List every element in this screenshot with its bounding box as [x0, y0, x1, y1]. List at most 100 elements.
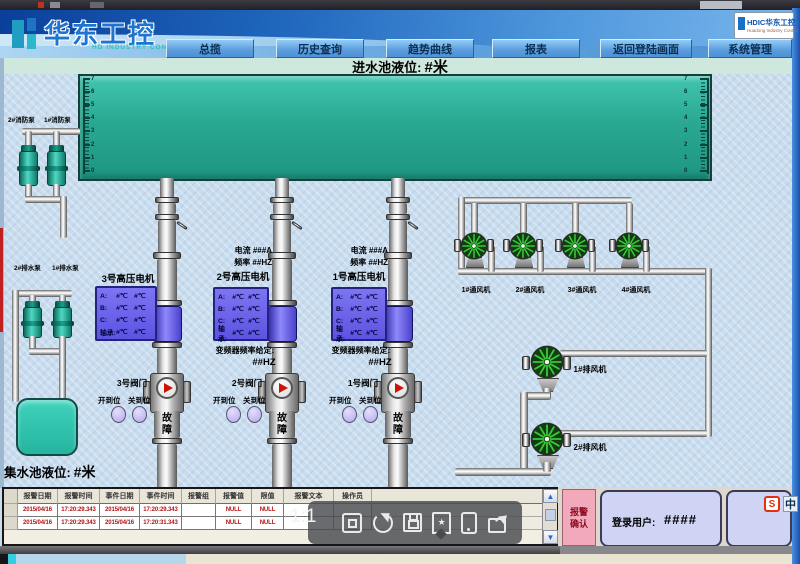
- drain-pump1-label: 1#排水泵: [52, 265, 79, 272]
- pipe-segment: [572, 203, 579, 233]
- hdic-badge: HDIC华东工控 Huadong Industry Control: [734, 12, 798, 39]
- vent-fan-3-label: 3#通风机: [567, 287, 597, 294]
- zoom-level-indicator[interactable]: 1:1: [290, 506, 316, 528]
- alarm-cell[interactable]: NULL: [252, 517, 284, 530]
- valve1-close-indicator: [363, 406, 378, 423]
- pipe-segment: [626, 203, 633, 233]
- vent-fan-2-label: 2#通风机: [515, 287, 545, 294]
- nav-button-login-screen[interactable]: 返回登陆画面: [600, 39, 692, 58]
- motor1-vfd-value: ##HZ: [368, 357, 392, 368]
- column-header[interactable]: 报警日期: [18, 489, 58, 504]
- scale-label: 0: [91, 168, 95, 174]
- fault-label: 故障: [162, 412, 172, 436]
- alarm-cell[interactable]: 17:20:29.343: [58, 517, 100, 530]
- share-icon[interactable]: [487, 511, 510, 533]
- login-user-panel: 登录用户: ####: [600, 490, 722, 547]
- temp-row: C: #℃ #℃: [100, 316, 146, 325]
- scale-ticks: [701, 79, 705, 174]
- pipe-segment: [520, 203, 527, 233]
- column-header[interactable]: 报警组: [182, 489, 216, 504]
- fit-to-screen-icon[interactable]: [342, 512, 363, 533]
- bookmark-star-icon[interactable]: ★: [432, 511, 452, 540]
- motor-body: [383, 306, 413, 342]
- pipe-segment: [275, 178, 289, 198]
- alarm-cell[interactable]: 2015/04/16: [18, 504, 58, 517]
- alarm-confirm-button[interactable]: 报警确认: [562, 489, 596, 546]
- fault-pipe: 故障: [385, 411, 411, 438]
- logo-block-icon: [27, 34, 36, 49]
- motor1-vfd-label: 变频器频率给定:: [331, 346, 391, 355]
- pipe-segment: [60, 196, 67, 238]
- scale-label: 5: [91, 102, 95, 108]
- alarm-cell[interactable]: 2015/04/16: [100, 517, 140, 530]
- nav-button-system[interactable]: 系统管理: [708, 39, 792, 58]
- column-header[interactable]: 事件时间: [140, 489, 182, 504]
- vent-fan-2-icon: [509, 232, 537, 260]
- pipe-segment: [273, 220, 291, 253]
- column-header[interactable]: 限值: [252, 489, 284, 504]
- window-bottom-border: [0, 546, 560, 554]
- pipe-segment: [157, 348, 177, 375]
- scroll-down-button[interactable]: ▼: [543, 530, 558, 544]
- motor2-vfd-label: 变频器频率给定:: [215, 346, 275, 355]
- window-frame-right: [792, 8, 800, 564]
- alarm-cell[interactable]: 17:20:29.343: [58, 504, 100, 517]
- vent-fan-3-icon: [561, 232, 589, 260]
- vent-fan-1-icon: [460, 232, 488, 260]
- temp-row: 轴承: #℃ #℃: [336, 326, 378, 343]
- temp-row: B: #℃ #℃: [218, 305, 260, 314]
- alarm-cell[interactable]: [182, 504, 216, 517]
- temp-row: B: #℃ #℃: [100, 304, 146, 313]
- scale-label: 6: [684, 89, 688, 95]
- gauge-needle-icon: [395, 383, 404, 393]
- desktop-strip-dark: [0, 554, 8, 564]
- pump-ring: [45, 166, 68, 171]
- titlebar-icon: [90, 2, 104, 8]
- nav-button-overview[interactable]: 总揽: [166, 39, 254, 58]
- window-bottom-border: [560, 546, 792, 554]
- alarm-cell[interactable]: 17:20:29.343: [140, 504, 182, 517]
- titlebar-icon: [50, 2, 60, 8]
- column-header[interactable]: 报警时间: [58, 489, 100, 504]
- scada-screen: 华东工控 HD INDUSTRY CONTROL.COM 2014 HDIC华东…: [0, 0, 800, 564]
- valve1-open-label: 开到位: [329, 396, 352, 405]
- scale-ticks: [85, 79, 89, 174]
- pipe-segment: [157, 444, 177, 488]
- nav-button-history[interactable]: 历史查询: [276, 39, 364, 58]
- temp-row: A: #℃ #℃: [218, 293, 260, 302]
- save-icon[interactable]: [402, 513, 422, 532]
- alarm-cell[interactable]: NULL: [252, 504, 284, 517]
- valve2-open-indicator: [226, 406, 241, 423]
- ime-language-icon[interactable]: 中: [783, 496, 798, 512]
- alarm-cell[interactable]: 2015/04/16: [18, 517, 58, 530]
- valve2-label: 2号阀门: [231, 378, 263, 388]
- alarm-scrollbar[interactable]: ▲ ▼: [542, 489, 558, 544]
- alarm-cell[interactable]: [182, 517, 216, 530]
- pipe-segment: [389, 220, 407, 253]
- motor2-title: 2号高压电机: [216, 272, 270, 283]
- scroll-thumb[interactable]: [545, 509, 556, 521]
- logo-block-icon: [27, 18, 36, 31]
- alarm-cell[interactable]: 17:20:31.343: [140, 517, 182, 530]
- nav-button-report[interactable]: 报表: [492, 39, 580, 58]
- valve-flange: [298, 381, 306, 403]
- valve2-close-label: 关到位: [243, 396, 266, 405]
- ime-sogou-icon[interactable]: S: [764, 496, 780, 512]
- scroll-up-button[interactable]: ▲: [543, 489, 558, 503]
- valve3-close-label: 关到位: [128, 396, 151, 405]
- column-header[interactable]: 事件日期: [100, 489, 140, 504]
- motor-body: [267, 306, 297, 342]
- pipe-segment: [273, 203, 291, 214]
- column-header[interactable]: 报警值: [216, 489, 252, 504]
- alarm-cell[interactable]: NULL: [216, 504, 252, 517]
- rotate-icon[interactable]: [372, 508, 394, 533]
- motor2-current: 电流 ###A: [234, 246, 272, 255]
- alarm-cell[interactable]: NULL: [216, 517, 252, 530]
- pump-ring: [21, 321, 44, 326]
- motor1-current: 电流 ###A: [350, 246, 388, 255]
- alarm-cell[interactable]: 2015/04/16: [100, 504, 140, 517]
- pipe-segment: [160, 178, 174, 198]
- desktop-strip-cyan: [8, 554, 16, 564]
- device-icon[interactable]: [461, 511, 478, 534]
- motor1-frequency: 频率 ##HZ: [350, 258, 388, 267]
